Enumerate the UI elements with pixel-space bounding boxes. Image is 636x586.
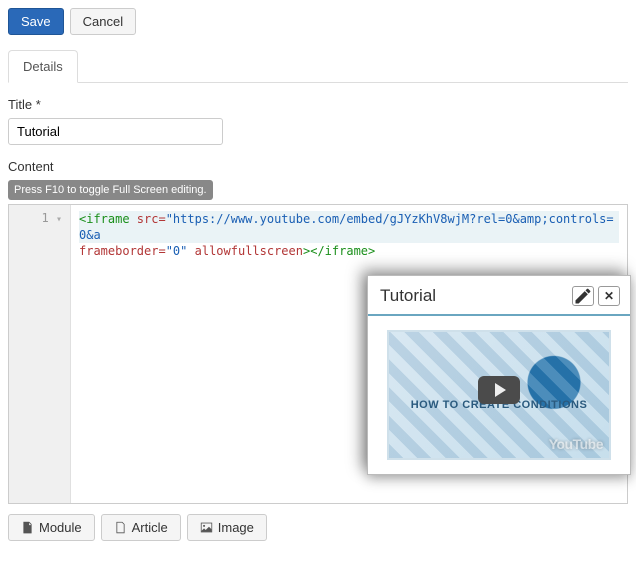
close-icon[interactable]: ✕ (598, 286, 620, 306)
image-icon (200, 521, 213, 534)
cancel-button[interactable]: Cancel (70, 8, 136, 35)
article-label: Article (132, 520, 168, 535)
edit-icon[interactable] (572, 286, 594, 306)
title-label: Title * (8, 97, 628, 112)
video-thumbnail[interactable]: HOW TO CREATE CONDITIONS YouTube (387, 330, 611, 460)
image-label: Image (218, 520, 254, 535)
document-icon (21, 521, 34, 534)
insert-image-button[interactable]: Image (187, 514, 267, 541)
document-icon (114, 521, 127, 534)
code-editor[interactable]: 1 ▾ <iframe src="https://www.youtube.com… (8, 204, 628, 504)
insert-module-button[interactable]: Module (8, 514, 95, 541)
popup-title: Tutorial (380, 286, 568, 306)
tab-details[interactable]: Details (8, 50, 78, 83)
play-icon[interactable] (478, 376, 520, 404)
tab-bar: Details (8, 49, 628, 83)
module-label: Module (39, 520, 82, 535)
save-button[interactable]: Save (8, 8, 64, 35)
insert-article-button[interactable]: Article (101, 514, 181, 541)
content-label: Content (8, 159, 628, 174)
editor-gutter: 1 ▾ (9, 205, 71, 503)
editor-hint: Press F10 to toggle Full Screen editing. (8, 180, 213, 200)
title-input[interactable] (8, 118, 223, 145)
preview-popup: Tutorial ✕ HOW TO CREATE CONDITIONS YouT… (367, 275, 631, 475)
